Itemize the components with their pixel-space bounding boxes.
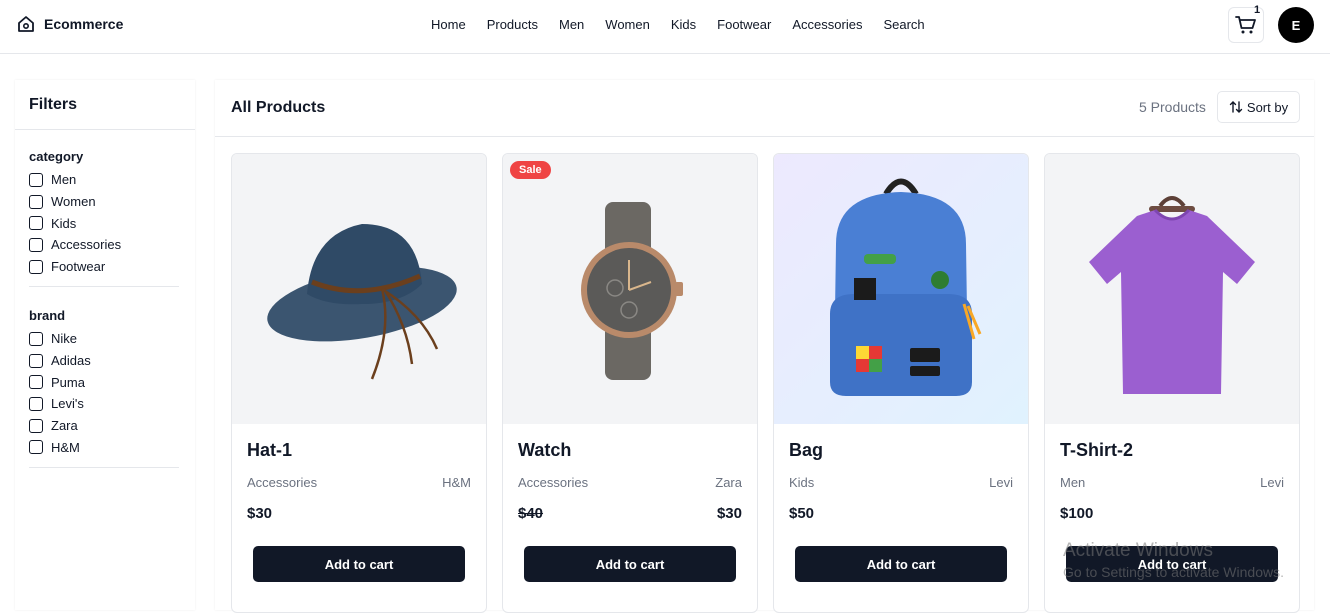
filter-option-label: Footwear — [51, 259, 106, 275]
product-image[interactable] — [232, 154, 486, 424]
backpack-image — [830, 178, 982, 396]
tshirt-image — [1089, 196, 1255, 394]
filter-option-nike[interactable]: Nike — [29, 328, 179, 350]
checkbox[interactable] — [29, 331, 43, 346]
sale-badge: Sale — [510, 161, 551, 179]
product-category: Men — [1060, 475, 1086, 490]
nav-men[interactable]: Men — [559, 17, 584, 32]
nav-footwear[interactable]: Footwear — [717, 17, 771, 32]
product-name[interactable]: Watch — [518, 440, 571, 461]
divider — [15, 129, 195, 130]
divider — [29, 467, 179, 469]
product-name[interactable]: Hat-1 — [247, 440, 292, 461]
add-to-cart-button[interactable]: Add to cart — [795, 546, 1007, 582]
product-price: $50 — [789, 505, 815, 522]
nav-home[interactable]: Home — [431, 17, 466, 32]
filter-option-women[interactable]: Women — [29, 191, 179, 213]
sort-arrows-icon — [1229, 101, 1243, 113]
product-brand: Levi — [1260, 475, 1284, 490]
product-name[interactable]: Bag — [789, 440, 823, 461]
product-brand: Zara — [715, 475, 742, 490]
product-price: $100 — [1060, 505, 1094, 522]
filter-group-title: brand — [29, 308, 66, 323]
cart-count-badge: 1 — [1254, 4, 1261, 16]
product-original-price: $40 — [518, 505, 544, 522]
filter-option-hm[interactable]: H&M — [29, 436, 179, 458]
filter-option-label: Levi's — [51, 396, 84, 412]
sort-button[interactable]: Sort by — [1217, 91, 1300, 123]
filter-option-accessories[interactable]: Accessories — [29, 234, 179, 256]
filter-option-label: Adidas — [51, 353, 91, 369]
checkbox[interactable] — [29, 396, 43, 411]
user-avatar[interactable]: E — [1278, 7, 1314, 43]
product-category: Kids — [789, 475, 815, 490]
filter-option-label: Nike — [51, 331, 78, 347]
checkbox[interactable] — [29, 216, 43, 231]
product-card[interactable]: T-Shirt-2 Men Levi $100 Add to cart — [1044, 153, 1300, 613]
filter-option-label: Accessories — [51, 237, 122, 253]
checkbox[interactable] — [29, 194, 43, 209]
checkbox[interactable] — [29, 259, 43, 274]
filter-option-label: Puma — [51, 374, 85, 390]
product-price: $30 — [247, 505, 273, 522]
product-brand: Levi — [989, 475, 1013, 490]
filter-option-label: Kids — [51, 215, 77, 231]
product-image[interactable]: Sale — [503, 154, 757, 424]
filter-option-footwear[interactable]: Footwear — [29, 256, 179, 278]
nav-accessories[interactable]: Accessories — [792, 17, 862, 32]
watch-image — [581, 202, 683, 380]
filters-title: Filters — [29, 96, 78, 113]
brand-name: Ecommerce — [44, 16, 124, 32]
filter-group-category: category Men Women Kids Accessories Foot… — [29, 149, 179, 288]
add-to-cart-button[interactable]: Add to cart — [253, 546, 465, 582]
page-title: All Products — [231, 99, 326, 116]
checkbox[interactable] — [29, 172, 43, 187]
product-brand: H&M — [442, 475, 471, 490]
checkbox[interactable] — [29, 418, 43, 433]
filter-option-zara[interactable]: Zara — [29, 415, 179, 437]
checkbox[interactable] — [29, 375, 43, 390]
checkbox[interactable] — [29, 440, 43, 455]
product-card[interactable]: Hat-1 Accessories H&M $30 Add to cart — [231, 153, 487, 613]
top-navbar: Ecommerce Home Products Men Women Kids F… — [0, 0, 1330, 54]
product-listing: All Products 5 Products Sort by Hat-1 Ac… — [215, 80, 1314, 613]
add-to-cart-button[interactable]: Add to cart — [1066, 546, 1278, 582]
filter-option-label: Women — [51, 194, 96, 210]
nav-products[interactable]: Products — [487, 17, 538, 32]
checkbox[interactable] — [29, 237, 43, 252]
product-sale-price: $30 — [716, 505, 742, 522]
add-to-cart-button[interactable]: Add to cart — [524, 546, 736, 582]
home-store-icon — [18, 16, 34, 32]
product-category: Accessories — [518, 475, 589, 490]
product-count: 5 Products — [1139, 99, 1206, 115]
product-card[interactable]: Bag Kids Levi $50 Add to cart — [773, 153, 1029, 613]
product-name[interactable]: T-Shirt-2 — [1060, 440, 1133, 461]
filter-option-kids[interactable]: Kids — [29, 212, 179, 234]
brand-logo[interactable]: Ecommerce — [16, 14, 123, 34]
filter-option-men[interactable]: Men — [29, 169, 179, 191]
filter-group-brand: brand Nike Adidas Puma Levi's Zara H&M — [29, 308, 179, 469]
nav-search[interactable]: Search — [883, 17, 924, 32]
filter-option-puma[interactable]: Puma — [29, 371, 179, 393]
filter-option-adidas[interactable]: Adidas — [29, 350, 179, 372]
product-image[interactable] — [774, 154, 1028, 424]
divider — [29, 286, 179, 288]
filters-sidebar: Filters category Men Women Kids Accessor… — [15, 80, 195, 610]
filter-option-label: H&M — [51, 439, 80, 455]
filter-option-label: Zara — [51, 418, 78, 434]
filter-option-label: Men — [51, 172, 77, 188]
checkbox[interactable] — [29, 353, 43, 368]
nav-women[interactable]: Women — [605, 17, 650, 32]
product-card[interactable]: Sale Watch Accessories Zara $40 $30 Add … — [502, 153, 758, 613]
hat-image — [267, 224, 457, 380]
sort-label: Sort by — [1246, 99, 1289, 115]
product-category: Accessories — [247, 475, 318, 490]
divider — [215, 136, 1314, 137]
filter-option-levis[interactable]: Levi's — [29, 393, 179, 415]
product-image[interactable] — [1045, 154, 1299, 424]
main-nav: Home Products Men Women Kids Footwear Ac… — [431, 17, 946, 32]
filter-group-title: category — [29, 149, 84, 164]
shopping-cart-icon — [1235, 16, 1256, 34]
nav-kids[interactable]: Kids — [671, 17, 696, 32]
